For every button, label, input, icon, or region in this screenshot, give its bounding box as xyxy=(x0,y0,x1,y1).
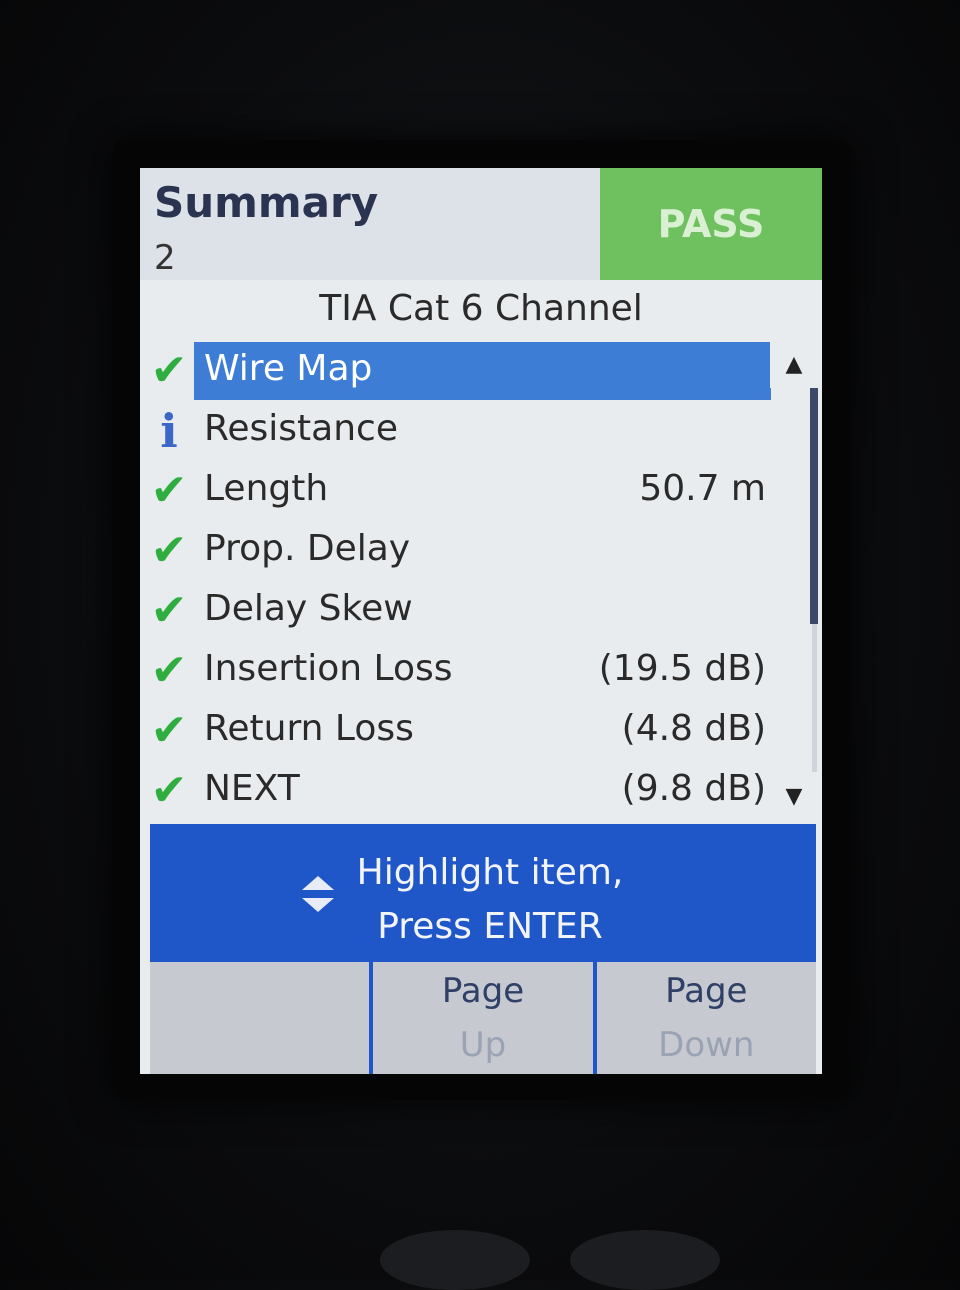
page-up-button[interactable]: Page Up xyxy=(369,962,593,1074)
up-down-arrows-icon xyxy=(302,876,334,912)
results-scrollbar[interactable]: ▲ ▼ xyxy=(770,340,818,820)
result-label: Return Loss xyxy=(204,708,414,749)
result-label: Prop. Delay xyxy=(204,528,411,569)
result-row-next[interactable]: ✔ NEXT (9.8 dB) xyxy=(140,760,780,820)
check-icon: ✔ xyxy=(150,705,188,756)
page-up-label-line-1: Page xyxy=(441,971,525,1011)
result-row-insertion-loss[interactable]: ✔ Insertion Loss (19.5 dB) xyxy=(140,640,780,700)
result-value: (4.8 dB) xyxy=(621,708,766,749)
result-label: Wire Map xyxy=(204,348,373,389)
softkey-1[interactable] xyxy=(150,962,370,1074)
result-row-wire-map[interactable]: ✔ Wire Map xyxy=(140,340,780,400)
page-up-label-line-2: Up xyxy=(459,1025,507,1065)
check-icon: ✔ xyxy=(150,765,188,816)
hardware-key-2[interactable] xyxy=(570,1230,720,1290)
result-value: (9.8 dB) xyxy=(621,768,766,809)
check-icon: ✔ xyxy=(150,465,188,516)
result-row-return-loss[interactable]: ✔ Return Loss (4.8 dB) xyxy=(140,700,780,760)
instruction-text: Highlight item, Press ENTER xyxy=(340,846,640,954)
check-icon: ✔ xyxy=(150,585,188,636)
result-row-prop-delay[interactable]: ✔ Prop. Delay xyxy=(140,520,780,580)
page-title: Summary xyxy=(154,178,379,227)
check-icon: ✔ xyxy=(150,345,188,396)
result-label: Resistance xyxy=(204,408,398,449)
check-icon: ✔ xyxy=(150,525,188,576)
page-subtitle: 2 xyxy=(154,238,176,278)
check-icon: ✔ xyxy=(150,645,188,696)
result-row-length[interactable]: ✔ Length 50.7 m xyxy=(140,460,780,520)
result-value: 50.7 m xyxy=(639,468,766,509)
softkey-bar: Page Up Page Down xyxy=(150,962,816,1074)
test-standard-label: TIA Cat 6 Channel xyxy=(319,288,643,329)
result-label: Length xyxy=(204,468,329,509)
results-list: ✔ Wire Map i Resistance ✔ Length 50.7 m … xyxy=(140,340,780,820)
pass-status-badge: PASS xyxy=(600,168,822,280)
tester-screen: Summary 2 PASS TIA Cat 6 Channel ✔ Wire … xyxy=(140,168,822,1074)
scroll-down-icon[interactable]: ▼ xyxy=(770,772,818,820)
result-row-resistance[interactable]: i Resistance xyxy=(140,400,780,460)
scroll-up-icon[interactable]: ▲ xyxy=(770,340,818,388)
info-icon: i xyxy=(160,404,178,458)
page-down-label-line-2: Down xyxy=(658,1025,755,1065)
instruction-line-1: Highlight item, xyxy=(356,852,624,893)
page-down-label-line-1: Page xyxy=(665,971,748,1011)
result-label: Insertion Loss xyxy=(204,648,453,689)
result-value: (19.5 dB) xyxy=(598,648,766,689)
result-label: NEXT xyxy=(204,768,300,809)
hardware-key-1[interactable] xyxy=(380,1230,530,1290)
page-down-button[interactable]: Page Down xyxy=(592,962,816,1074)
instruction-bar: Highlight item, Press ENTER xyxy=(150,824,816,962)
result-row-delay-skew[interactable]: ✔ Delay Skew xyxy=(140,580,780,640)
summary-header: Summary 2 PASS xyxy=(140,168,822,280)
instruction-line-2: Press ENTER xyxy=(377,906,603,947)
hardware-buttons xyxy=(380,1230,900,1290)
result-label: Delay Skew xyxy=(204,588,413,629)
